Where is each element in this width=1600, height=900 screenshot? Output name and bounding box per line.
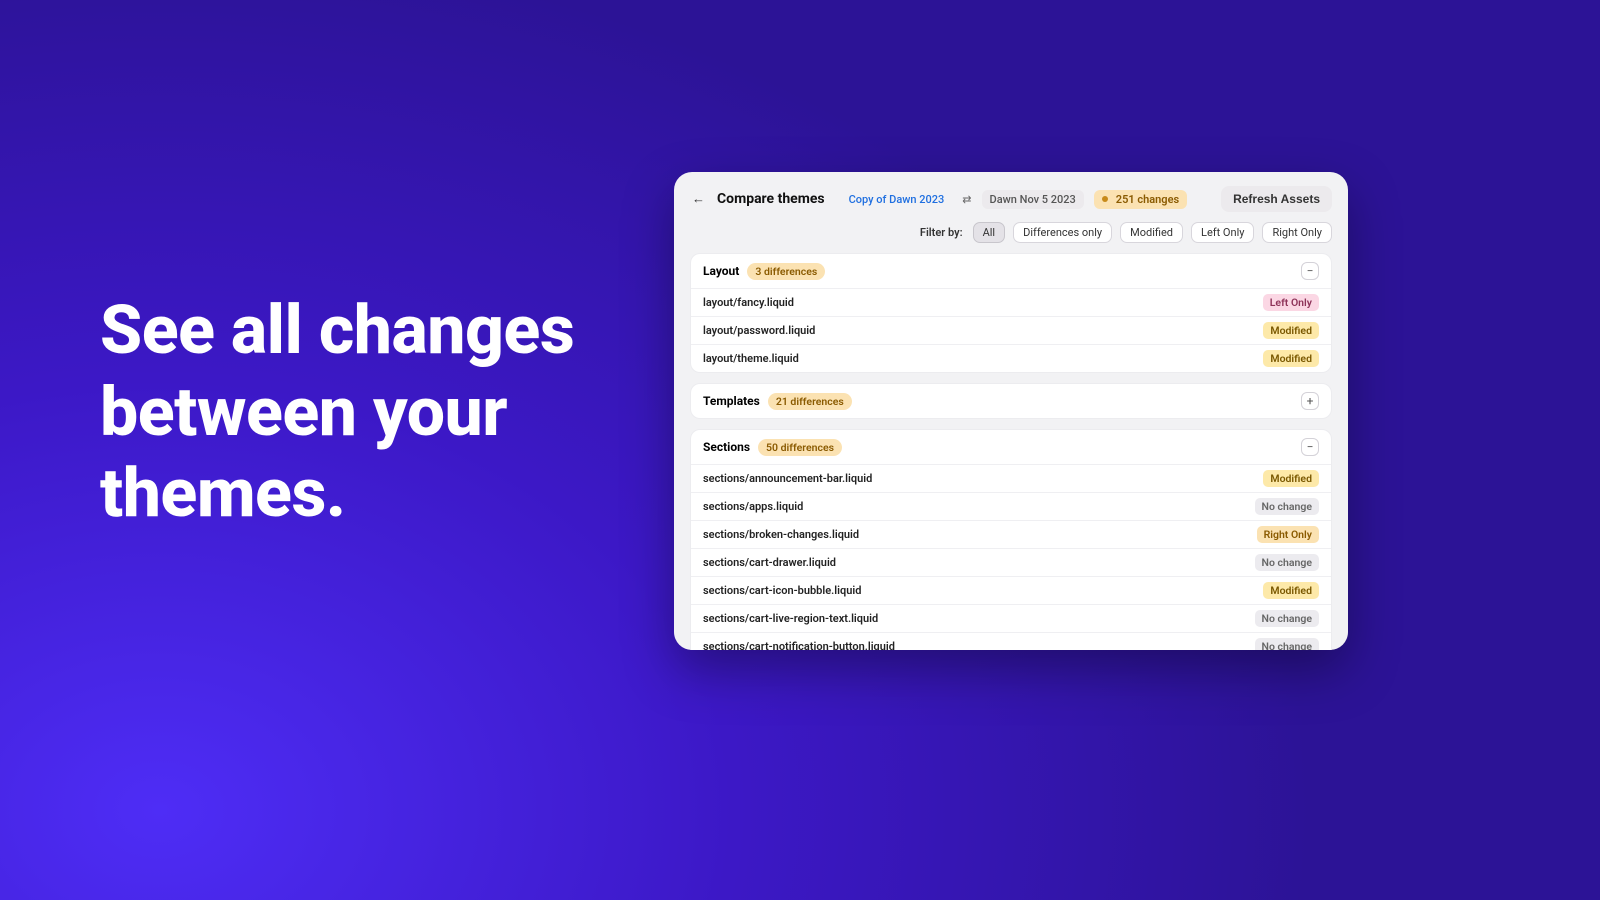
- file-path: sections/announcement-bar.liquid: [703, 472, 872, 485]
- status-badge: Right Only: [1257, 526, 1319, 543]
- file-row[interactable]: sections/cart-drawer.liquid No change: [691, 548, 1331, 576]
- section-header: Sections 50 differences −: [691, 430, 1331, 464]
- status-badge: Modified: [1263, 350, 1319, 367]
- filter-chip-right-only[interactable]: Right Only: [1262, 222, 1332, 243]
- refresh-assets-button[interactable]: Refresh Assets: [1221, 186, 1332, 212]
- file-row[interactable]: sections/broken-changes.liquid Right Only: [691, 520, 1331, 548]
- status-badge: Left Only: [1263, 294, 1319, 311]
- file-path: sections/cart-icon-bubble.liquid: [703, 584, 861, 597]
- status-badge: Modified: [1263, 322, 1319, 339]
- filter-chip-modified[interactable]: Modified: [1120, 222, 1183, 243]
- comparison-list: Layout 3 differences − layout/fancy.liquid L…: [690, 253, 1332, 650]
- file-path: layout/fancy.liquid: [703, 296, 794, 309]
- section-diff-badge: 50 differences: [758, 439, 842, 456]
- section-card-templates: Templates 21 differences +: [690, 383, 1332, 419]
- section-card-sections: Sections 50 differences − sections/announce…: [690, 429, 1332, 650]
- section-card-layout: Layout 3 differences − layout/fancy.liquid L…: [690, 253, 1332, 373]
- compare-panel: ← Compare themes Copy of Dawn 2023 ⇄ Daw…: [674, 172, 1348, 650]
- file-path: sections/apps.liquid: [703, 500, 803, 513]
- file-row[interactable]: sections/cart-live-region-text.liquid No …: [691, 604, 1331, 632]
- swap-icon[interactable]: ⇄: [962, 193, 971, 206]
- file-path: layout/theme.liquid: [703, 352, 799, 365]
- status-badge: No change: [1255, 498, 1319, 515]
- file-path: sections/cart-live-region-text.liquid: [703, 612, 878, 625]
- file-path: sections/cart-notification-button.liquid: [703, 640, 895, 650]
- file-row[interactable]: layout/theme.liquid Modified: [691, 344, 1331, 372]
- filter-label: Filter by:: [920, 226, 963, 239]
- changes-badge: 251 changes: [1094, 190, 1187, 209]
- section-title: Templates: [703, 394, 760, 408]
- file-row[interactable]: sections/cart-notification-button.liquid…: [691, 632, 1331, 650]
- status-badge: Modified: [1263, 582, 1319, 599]
- file-row[interactable]: layout/password.liquid Modified: [691, 316, 1331, 344]
- filter-chip-differences-only[interactable]: Differences only: [1013, 222, 1112, 243]
- file-row[interactable]: layout/fancy.liquid Left Only: [691, 288, 1331, 316]
- collapse-icon[interactable]: −: [1301, 262, 1319, 280]
- page-title: Compare themes: [717, 191, 825, 207]
- file-path: layout/password.liquid: [703, 324, 815, 337]
- back-arrow-icon[interactable]: ←: [690, 191, 707, 207]
- section-diff-badge: 3 differences: [747, 263, 825, 280]
- status-badge: No change: [1255, 554, 1319, 571]
- right-theme-button[interactable]: Dawn Nov 5 2023: [982, 190, 1084, 209]
- file-row[interactable]: sections/apps.liquid No change: [691, 492, 1331, 520]
- section-header: Templates 21 differences +: [691, 384, 1331, 418]
- filter-chip-all[interactable]: All: [973, 222, 1006, 243]
- section-title: Sections: [703, 440, 750, 454]
- file-path: sections/cart-drawer.liquid: [703, 556, 836, 569]
- section-diff-badge: 21 differences: [768, 393, 852, 410]
- toolbar: ← Compare themes Copy of Dawn 2023 ⇄ Daw…: [690, 186, 1332, 212]
- status-badge: No change: [1255, 638, 1319, 650]
- status-badge: Modified: [1263, 470, 1319, 487]
- status-badge: No change: [1255, 610, 1319, 627]
- collapse-icon[interactable]: −: [1301, 438, 1319, 456]
- file-row[interactable]: sections/announcement-bar.liquid Modified: [691, 464, 1331, 492]
- file-row[interactable]: sections/cart-icon-bubble.liquid Modified: [691, 576, 1331, 604]
- filter-chip-left-only[interactable]: Left Only: [1191, 222, 1254, 243]
- section-title: Layout: [703, 264, 739, 278]
- left-theme-link[interactable]: Copy of Dawn 2023: [841, 190, 953, 209]
- expand-icon[interactable]: +: [1301, 392, 1319, 410]
- section-header: Layout 3 differences −: [691, 254, 1331, 288]
- file-path: sections/broken-changes.liquid: [703, 528, 859, 541]
- filter-bar: Filter by: All Differences only Modified Le…: [690, 222, 1332, 243]
- hero-headline: See all changes between your themes.: [100, 290, 660, 535]
